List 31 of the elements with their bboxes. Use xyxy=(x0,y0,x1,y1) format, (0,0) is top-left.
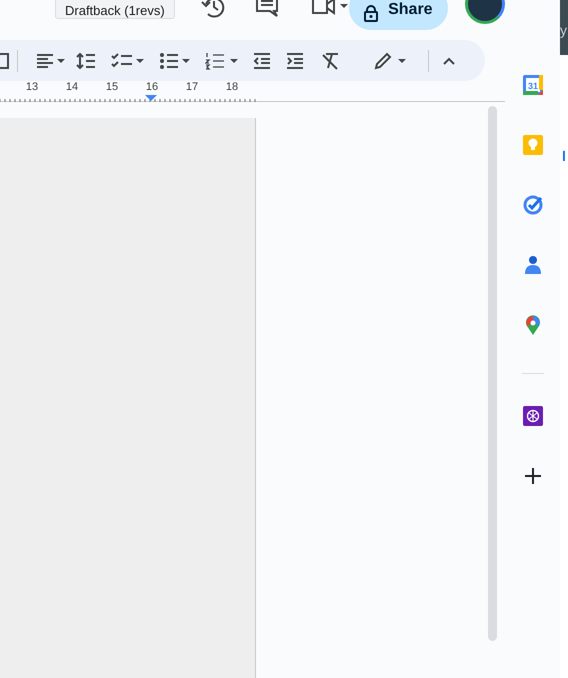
edge-text: y xyxy=(560,22,567,38)
plus-icon[interactable] xyxy=(524,467,542,485)
lock-icon xyxy=(364,5,378,22)
indent-marker-icon[interactable] xyxy=(145,95,157,102)
scrollbar[interactable] xyxy=(488,106,497,641)
checklist-icon[interactable] xyxy=(111,52,133,70)
history-icon[interactable] xyxy=(200,0,227,20)
edge-text: l xyxy=(562,147,566,166)
ruler-number: 18 xyxy=(226,82,238,94)
tooltip-label: Draftback (1revs) xyxy=(55,0,175,19)
calendar-icon[interactable]: 31 xyxy=(522,74,544,96)
ruler-number: 13 xyxy=(26,82,38,94)
line-spacing-icon[interactable] xyxy=(76,52,96,70)
image-icon[interactable] xyxy=(0,52,10,70)
calendar-date: 31 xyxy=(528,81,538,91)
task-check-icon[interactable] xyxy=(522,194,544,216)
ruler-number: 14 xyxy=(66,82,78,94)
pencil-icon[interactable] xyxy=(374,52,392,70)
ruler-number: 17 xyxy=(186,82,198,94)
bulleted-list-icon[interactable] xyxy=(159,52,179,70)
decrease-indent-icon[interactable] xyxy=(253,52,271,70)
comment-icon[interactable] xyxy=(254,0,279,18)
align-left-icon[interactable] xyxy=(36,52,54,70)
video-camera-icon[interactable] xyxy=(310,0,337,18)
numbered-list-icon[interactable] xyxy=(205,52,225,70)
clear-formatting-icon[interactable] xyxy=(321,52,339,70)
increase-indent-icon[interactable] xyxy=(286,52,304,70)
ruler-number: 16 xyxy=(146,82,158,94)
share-button[interactable]: Share xyxy=(348,0,448,30)
swirl-logo-icon[interactable] xyxy=(522,405,544,427)
ruler-number: 15 xyxy=(106,82,118,94)
